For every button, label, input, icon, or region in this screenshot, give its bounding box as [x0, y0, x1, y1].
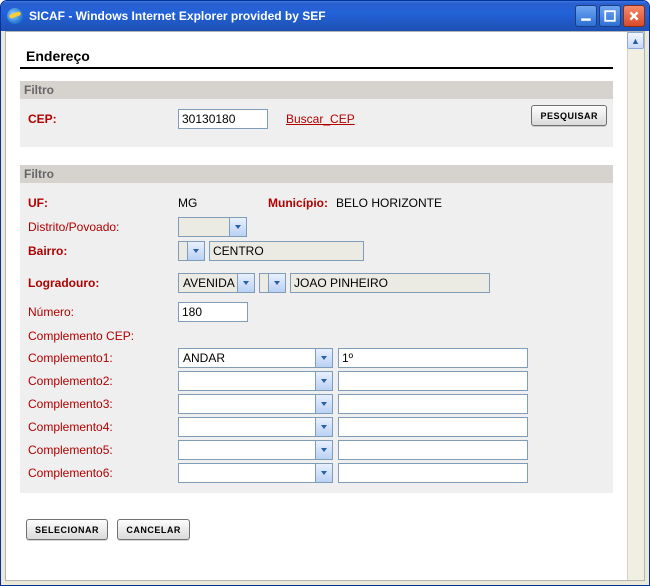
comp-cep-label: Complemento CEP:: [28, 329, 178, 343]
comp3-input[interactable]: [338, 394, 528, 414]
bairro-input[interactable]: [209, 241, 364, 261]
scroll-up-button[interactable]: ▲: [627, 32, 644, 49]
comp2-label: Complemento2:: [28, 374, 178, 388]
comp1-select[interactable]: ANDAR: [178, 348, 333, 368]
comp2-input[interactable]: [338, 371, 528, 391]
action-bar: SELECIONAR CANCELAR: [20, 493, 613, 540]
chevron-down-icon: [315, 418, 332, 436]
comp3-label: Complemento3:: [28, 397, 178, 411]
chevron-down-icon: [237, 274, 254, 292]
filtro2-body: UF: MG Município: BELO HORIZONTE Distrit…: [20, 183, 613, 493]
comp4-select[interactable]: [178, 417, 333, 437]
numero-input[interactable]: [178, 302, 248, 322]
logradouro-mid-select[interactable]: [259, 273, 286, 293]
chevron-down-icon: [315, 464, 332, 482]
ie-icon: [7, 8, 23, 24]
comp5-label: Complemento5:: [28, 443, 178, 457]
logradouro-label: Logradouro:: [28, 276, 178, 290]
buscar-cep-link[interactable]: Buscar_CEP: [286, 112, 355, 126]
comp1-input[interactable]: [338, 348, 528, 368]
bairro-tipo-select[interactable]: [178, 241, 205, 261]
numero-label: Número:: [28, 305, 178, 319]
cep-input[interactable]: [178, 109, 268, 129]
maximize-button[interactable]: [599, 5, 621, 27]
comp4-label: Complemento4:: [28, 420, 178, 434]
filtro1-body: PESQUISAR CEP: Buscar_CEP: [20, 99, 613, 147]
pesquisar-button[interactable]: PESQUISAR: [531, 105, 607, 126]
chevron-down-icon: [229, 218, 246, 236]
bairro-label: Bairro:: [28, 244, 178, 258]
comp4-input[interactable]: [338, 417, 528, 437]
municipio-label: Município:: [268, 196, 328, 210]
chevron-down-icon: [268, 274, 285, 292]
minimize-button[interactable]: [575, 5, 597, 27]
chevron-down-icon: [315, 441, 332, 459]
comp5-select[interactable]: [178, 440, 333, 460]
close-button[interactable]: [623, 5, 645, 27]
cep-label: CEP:: [28, 112, 178, 126]
filtro2-heading: Filtro: [20, 165, 613, 183]
chevron-down-icon: [187, 242, 204, 260]
distrito-select[interactable]: [178, 217, 247, 237]
uf-label: UF:: [28, 196, 178, 210]
municipio-value: BELO HORIZONTE: [336, 196, 442, 210]
chevron-down-icon: [315, 372, 332, 390]
cancelar-button[interactable]: CANCELAR: [117, 519, 190, 540]
page-content: Endereço Filtro PESQUISAR CEP: Buscar_CE…: [6, 32, 627, 580]
window-buttons: [575, 5, 645, 27]
window-title: SICAF - Windows Internet Explorer provid…: [29, 9, 575, 23]
vertical-scrollbar[interactable]: ▲: [627, 32, 644, 580]
titlebar[interactable]: SICAF - Windows Internet Explorer provid…: [1, 1, 649, 31]
comp3-select[interactable]: [178, 394, 333, 414]
chevron-down-icon: [315, 395, 332, 413]
logradouro-input[interactable]: [290, 273, 490, 293]
comp2-select[interactable]: [178, 371, 333, 391]
comp6-label: Complemento6:: [28, 466, 178, 480]
client-area: ▲ Endereço Filtro PESQUISAR CEP: Buscar_…: [5, 31, 645, 581]
comp5-input[interactable]: [338, 440, 528, 460]
uf-value: MG: [178, 196, 238, 210]
comp1-label: Complemento1:: [28, 351, 178, 365]
logradouro-tipo-select[interactable]: AVENIDA: [178, 273, 255, 293]
chevron-down-icon: [315, 349, 332, 367]
filtro1-heading: Filtro: [20, 81, 613, 99]
distrito-label: Distrito/Povoado:: [28, 220, 178, 234]
page-title: Endereço: [20, 48, 613, 69]
comp6-select[interactable]: [178, 463, 333, 483]
app-window: SICAF - Windows Internet Explorer provid…: [0, 0, 650, 586]
selecionar-button[interactable]: SELECIONAR: [26, 519, 108, 540]
comp6-input[interactable]: [338, 463, 528, 483]
